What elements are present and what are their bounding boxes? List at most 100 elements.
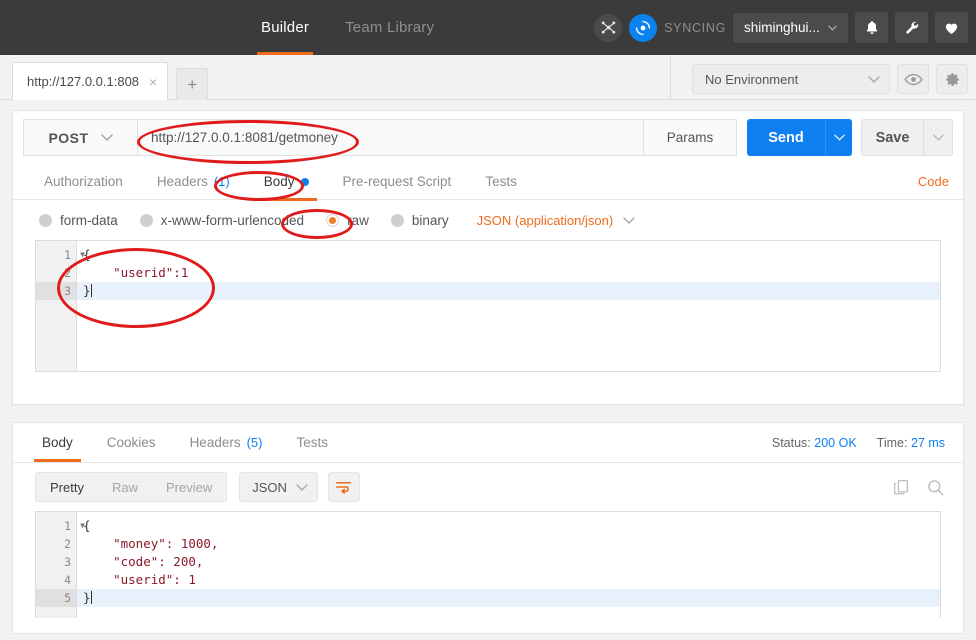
top-header-bar: Builder Team Library bbox=[0, 0, 976, 55]
text-caret bbox=[91, 284, 92, 297]
sync-status[interactable]: SYNCING bbox=[629, 14, 726, 42]
tab-tests-label: Tests bbox=[485, 174, 517, 189]
top-right-controls: SYNCING shiminghui... bbox=[594, 0, 968, 55]
environment-label: No Environment bbox=[705, 72, 798, 87]
radio-icon bbox=[140, 214, 153, 227]
tab-authorization[interactable]: Authorization bbox=[27, 164, 140, 200]
code-line-text: "userid": 1 bbox=[83, 572, 196, 587]
request-tab-strip: http://127.0.0.1:808 × + No Environment bbox=[0, 55, 976, 100]
tab-headers-count: (1) bbox=[214, 174, 230, 189]
request-body-gutter: 1 ▼ 2 3 bbox=[36, 241, 77, 371]
tab-pre-request-script[interactable]: Pre-request Script bbox=[326, 164, 469, 200]
view-mode-pretty[interactable]: Pretty bbox=[36, 473, 98, 501]
code-line: "money": 1000, bbox=[77, 535, 940, 553]
line-number: 3 bbox=[36, 282, 76, 300]
request-panel: POST http://127.0.0.1:8081/getmoney Para… bbox=[12, 110, 964, 405]
gear-icon bbox=[944, 71, 961, 88]
response-tab-headers[interactable]: Headers (5) bbox=[173, 425, 280, 461]
line-number-value: 4 bbox=[64, 573, 71, 587]
response-tab-tests[interactable]: Tests bbox=[279, 425, 345, 461]
code-line-text: "code": 200, bbox=[83, 554, 203, 569]
eye-icon bbox=[904, 73, 923, 86]
response-format-label: JSON bbox=[252, 480, 287, 495]
close-icon[interactable]: × bbox=[149, 75, 157, 89]
environment-select[interactable]: No Environment bbox=[692, 64, 890, 94]
save-button[interactable]: Save bbox=[861, 119, 923, 156]
save-group: Save bbox=[861, 119, 953, 156]
top-nav-team-library-label: Team Library bbox=[345, 19, 434, 36]
line-number-value: 1 bbox=[64, 519, 71, 533]
body-modified-dot-icon bbox=[301, 178, 309, 186]
status-value: 200 OK bbox=[814, 436, 856, 450]
content-type-select[interactable]: JSON (application/json) bbox=[477, 213, 636, 228]
chevron-down-icon bbox=[101, 134, 113, 141]
radio-icon bbox=[391, 214, 404, 227]
code-line-text: "userid":1 bbox=[83, 265, 188, 280]
response-tab-body[interactable]: Body bbox=[25, 425, 90, 461]
tab-tests[interactable]: Tests bbox=[468, 164, 534, 200]
favorites-button[interactable] bbox=[935, 12, 968, 43]
response-sub-tabs: Body Cookies Headers (5) Tests Status: 2… bbox=[13, 423, 963, 463]
code-line: { bbox=[77, 246, 940, 264]
request-tab[interactable]: http://127.0.0.1:808 × bbox=[12, 62, 168, 100]
bell-icon bbox=[864, 19, 880, 36]
heart-icon bbox=[943, 20, 960, 36]
chevron-down-icon bbox=[828, 25, 837, 31]
manage-environments-button[interactable] bbox=[936, 64, 968, 94]
tab-body[interactable]: Body bbox=[247, 164, 326, 200]
sync-icon[interactable] bbox=[629, 14, 657, 42]
send-group: Send bbox=[747, 119, 852, 156]
tabstrip-divider bbox=[670, 56, 671, 100]
response-format-select[interactable]: JSON bbox=[239, 472, 318, 502]
body-type-urlencoded[interactable]: x-www-form-urlencoded bbox=[140, 213, 304, 228]
environment-quick-look-button[interactable] bbox=[897, 64, 929, 94]
word-wrap-button[interactable] bbox=[328, 472, 360, 502]
http-method-select[interactable]: POST bbox=[23, 119, 137, 156]
time-label: Time: bbox=[877, 436, 908, 450]
response-tab-headers-label: Headers bbox=[190, 435, 241, 450]
environment-controls: No Environment bbox=[692, 64, 968, 94]
network-icon[interactable] bbox=[594, 14, 622, 42]
notifications-button[interactable] bbox=[855, 12, 888, 43]
tab-headers[interactable]: Headers (1) bbox=[140, 164, 247, 200]
response-body-editor[interactable]: 1 ▼ 2 3 4 5 { "money": 1000, bbox=[35, 511, 941, 618]
settings-wrench-button[interactable] bbox=[895, 12, 928, 43]
line-number-value: 2 bbox=[64, 266, 71, 280]
tab-pre-request-script-label: Pre-request Script bbox=[343, 174, 452, 189]
response-meta: Status: 200 OK Time: 27 ms bbox=[772, 436, 945, 450]
view-mode-raw-label: Raw bbox=[112, 480, 138, 495]
send-options-button[interactable] bbox=[825, 119, 852, 156]
response-tab-cookies[interactable]: Cookies bbox=[90, 425, 173, 461]
top-nav-builder[interactable]: Builder bbox=[243, 0, 327, 55]
new-tab-button[interactable]: + bbox=[176, 68, 208, 100]
url-input[interactable]: http://127.0.0.1:8081/getmoney bbox=[137, 119, 644, 156]
radio-icon-selected bbox=[326, 214, 339, 227]
view-mode-pretty-label: Pretty bbox=[50, 480, 84, 495]
params-button[interactable]: Params bbox=[644, 119, 737, 156]
url-row: POST http://127.0.0.1:8081/getmoney Para… bbox=[13, 111, 963, 164]
view-mode-raw[interactable]: Raw bbox=[98, 473, 152, 501]
view-mode-preview-label: Preview bbox=[166, 480, 212, 495]
response-tab-tests-label: Tests bbox=[296, 435, 328, 450]
code-line: } bbox=[77, 282, 940, 300]
body-type-form-data[interactable]: form-data bbox=[39, 213, 118, 228]
time-badge: Time: 27 ms bbox=[877, 436, 945, 450]
save-options-button[interactable] bbox=[923, 119, 953, 156]
top-nav-team-library[interactable]: Team Library bbox=[327, 0, 452, 55]
user-menu[interactable]: shiminghui... bbox=[733, 13, 848, 43]
body-type-binary[interactable]: binary bbox=[391, 213, 449, 228]
line-number: 5 bbox=[36, 589, 76, 607]
send-button[interactable]: Send bbox=[747, 119, 825, 156]
code-line: { bbox=[77, 517, 940, 535]
copy-icon bbox=[892, 478, 910, 496]
body-type-raw[interactable]: raw bbox=[326, 213, 369, 228]
code-link[interactable]: Code bbox=[918, 174, 949, 189]
request-body-code[interactable]: { "userid":1 } bbox=[77, 241, 940, 371]
request-tab-label: http://127.0.0.1:808 bbox=[27, 74, 139, 89]
view-mode-preview[interactable]: Preview bbox=[152, 473, 226, 501]
word-wrap-icon bbox=[335, 480, 352, 494]
request-body-editor[interactable]: 1 ▼ 2 3 { "userid":1 } bbox=[35, 240, 941, 372]
line-number-value: 3 bbox=[64, 284, 71, 298]
response-body-code[interactable]: { "money": 1000, "code": 200, "userid": … bbox=[77, 512, 940, 618]
line-number-value: 2 bbox=[64, 537, 71, 551]
